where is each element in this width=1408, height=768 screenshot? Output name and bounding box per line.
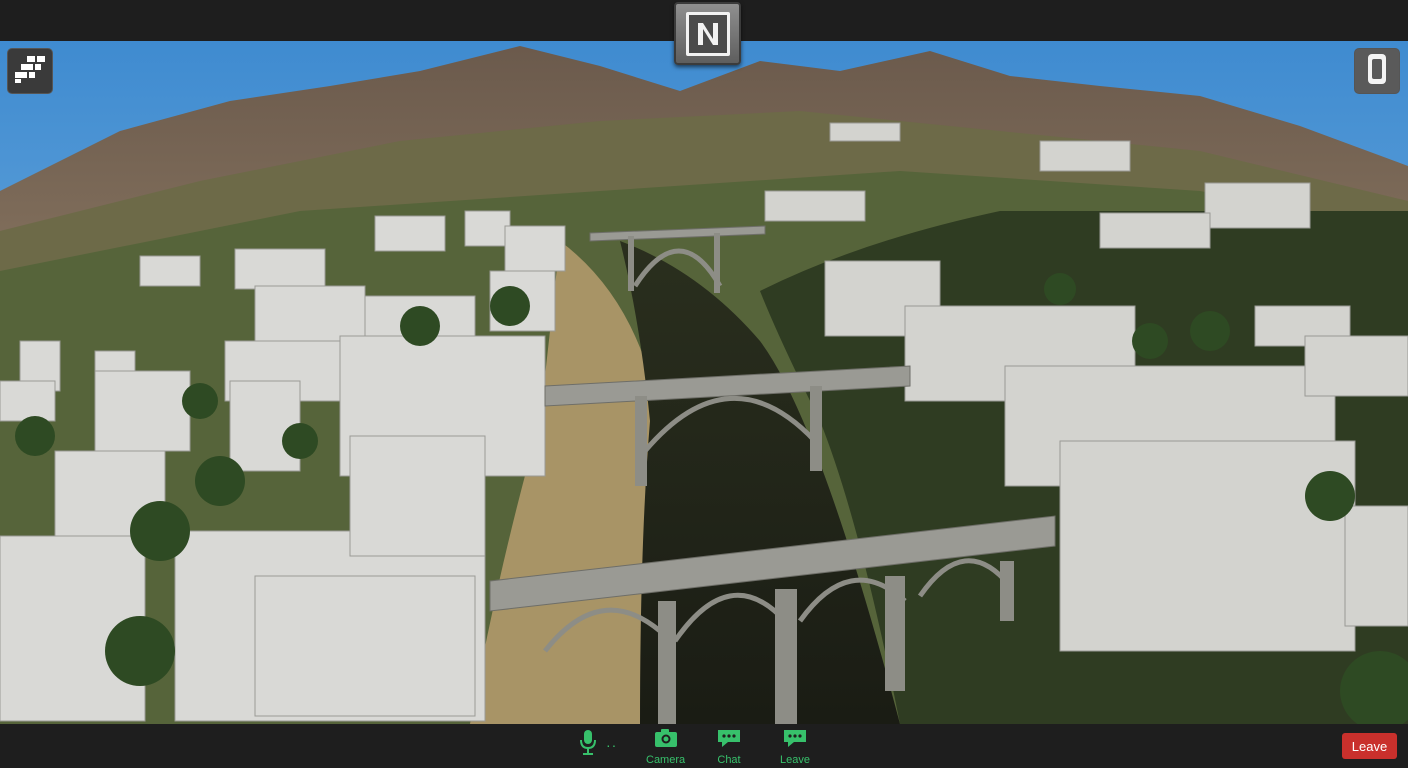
phone-icon xyxy=(1366,53,1388,90)
leave-secondary-label: Leave xyxy=(780,754,810,766)
bottom-control-bar: ·· Camera Chat Leave xyxy=(0,724,1408,768)
camera-icon xyxy=(653,728,679,753)
phone-button[interactable] xyxy=(1354,48,1400,94)
apps-grid-button[interactable] xyxy=(7,48,53,94)
mute-button[interactable]: ·· xyxy=(578,728,617,761)
chat-bubble-icon xyxy=(782,728,808,753)
host-badge[interactable] xyxy=(674,2,741,65)
video-feed xyxy=(0,41,1408,724)
video-call-window: ·· Camera Chat Leave Leave xyxy=(0,0,1408,768)
audio-level-indicator: ·· xyxy=(606,736,618,753)
chat-button[interactable]: Chat xyxy=(716,728,742,766)
apps-grid-icon xyxy=(13,54,47,89)
microphone-icon xyxy=(578,728,598,761)
chat-bubble-icon xyxy=(716,728,742,753)
camera-button[interactable]: Camera xyxy=(646,728,685,766)
host-n-icon xyxy=(685,11,730,56)
camera-label: Camera xyxy=(646,754,686,766)
leave-button[interactable]: Leave xyxy=(1342,733,1397,759)
aerial-campus-image xyxy=(0,41,1408,724)
leave-chat-button[interactable]: Leave xyxy=(780,728,810,766)
chat-label: Chat xyxy=(717,754,741,766)
